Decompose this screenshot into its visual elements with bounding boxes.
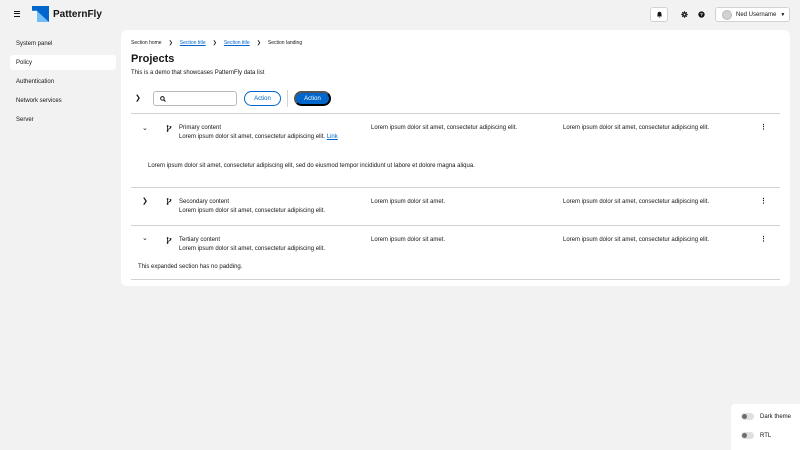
data-list-item: ⌄ Primary content Lorem ipsum dolor sit … (131, 114, 780, 187)
avatar (722, 9, 732, 20)
data-list-item: ❯ Secondary content Lorem ipsum dolor si… (131, 188, 780, 225)
code-branch-icon (166, 237, 172, 244)
row-cell: Lorem ipsum dolor sit amet, consectetur … (563, 199, 710, 205)
primary-action-button[interactable]: Action (294, 91, 331, 106)
masthead: PatternFly ? Ned Username ▼ (0, 0, 800, 30)
sidebar-item-policy[interactable]: Policy (10, 55, 116, 70)
row-cell: Lorem ipsum dolor sit amet, consectetur … (371, 125, 518, 131)
gear-icon (680, 10, 688, 18)
breadcrumb-link[interactable]: Section title (180, 40, 206, 46)
theme-switcher-panel: Dark theme RTL (731, 404, 800, 450)
sidebar-item-system-panel[interactable]: System panel (10, 36, 116, 51)
data-list: ⌄ Primary content Lorem ipsum dolor sit … (131, 113, 780, 280)
main-content: Section home ❯ Section title ❯ Section t… (121, 30, 790, 286)
user-name: Ned Username (736, 11, 777, 18)
page-title: Projects (131, 53, 175, 65)
row-cell: Lorem ipsum dolor sit amet. (371, 237, 446, 243)
search-box[interactable] (153, 91, 237, 106)
question-circle-icon: ? (697, 10, 705, 18)
code-branch-icon (166, 198, 172, 205)
chevron-right-icon: ❯ (135, 95, 141, 102)
row-title: Tertiary content (179, 237, 221, 243)
row-cell: Lorem ipsum dolor sit amet, consectetur … (563, 125, 710, 131)
caret-down-icon: ▼ (780, 11, 786, 18)
breadcrumb-link[interactable]: Section title (224, 40, 250, 46)
row-subtitle: Lorem ipsum dolor sit amet, consectetur … (179, 208, 326, 214)
brand-logo[interactable]: PatternFly (32, 6, 102, 22)
breadcrumb-item: Section home (131, 40, 162, 46)
breadcrumb: Section home ❯ Section title ❯ Section t… (131, 40, 302, 46)
kebab-menu-icon[interactable]: ⋮ (760, 123, 767, 131)
toolbar-divider (287, 90, 288, 107)
breadcrumb-current: Section landing (267, 40, 303, 46)
svg-text:?: ? (700, 12, 703, 18)
kebab-menu-icon[interactable]: ⋮ (760, 197, 767, 205)
row-link[interactable]: Link (327, 134, 338, 140)
brand-name: PatternFly (53, 8, 102, 20)
search-icon (160, 95, 166, 102)
expanded-content: Lorem ipsum dolor sit amet, consectetur … (148, 163, 475, 169)
patternfly-logo-icon (32, 6, 49, 22)
dark-theme-label: Dark theme (760, 413, 792, 420)
rtl-switch[interactable]: RTL (741, 432, 771, 439)
rtl-label: RTL (760, 432, 772, 439)
chevron-right-icon: ❯ (168, 40, 173, 46)
sidebar-item-network-services[interactable]: Network services (10, 93, 116, 108)
search-input[interactable] (169, 93, 229, 104)
kebab-menu-icon[interactable]: ⋮ (760, 235, 767, 243)
chevron-down-icon[interactable]: ⌄ (142, 124, 148, 132)
user-menu-toggle[interactable]: Ned Username ▼ (715, 7, 790, 22)
help-button[interactable]: ? (696, 9, 706, 19)
row-cell: Lorem ipsum dolor sit amet. (371, 199, 446, 205)
row-subtitle: Lorem ipsum dolor sit amet, consectetur … (179, 134, 338, 140)
expanded-content: This expanded section has no padding. (138, 264, 243, 270)
row-cell: Lorem ipsum dolor sit amet, consectetur … (563, 237, 710, 243)
dark-theme-switch[interactable]: Dark theme (741, 413, 791, 420)
chevron-down-icon[interactable]: ⌄ (142, 234, 148, 242)
page-description: This is a demo that showcases PatternFly… (131, 70, 265, 76)
data-list-item: ⌄ Tertiary content Lorem ipsum dolor sit… (131, 226, 780, 279)
sidebar-item-authentication[interactable]: Authentication (10, 74, 116, 89)
row-title: Primary content (179, 125, 222, 131)
sidebar-item-server[interactable]: Server (10, 112, 116, 127)
chevron-right-icon: ❯ (212, 40, 217, 46)
settings-button[interactable] (679, 9, 689, 19)
hamburger-menu-icon[interactable] (14, 11, 20, 17)
dark-theme-toggle[interactable] (741, 413, 754, 420)
secondary-action-button[interactable]: Action (244, 91, 281, 106)
row-divider (131, 279, 780, 280)
row-subtitle: Lorem ipsum dolor sit amet, consectetur … (179, 246, 326, 252)
notifications-button[interactable] (650, 7, 668, 22)
rtl-toggle[interactable] (741, 432, 754, 439)
sidebar-nav: System panel Policy Authentication Netwo… (10, 36, 116, 131)
row-title: Secondary content (179, 199, 230, 205)
chevron-right-icon[interactable]: ❯ (142, 197, 148, 205)
code-branch-icon (166, 125, 172, 132)
chevron-right-icon: ❯ (256, 40, 261, 46)
bell-icon (656, 11, 662, 18)
expand-all-toggle[interactable]: ❯ (135, 94, 141, 102)
